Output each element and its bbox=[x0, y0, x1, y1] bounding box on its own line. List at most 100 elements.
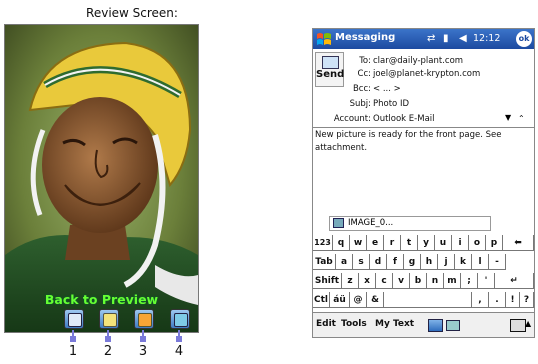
keyboard-row-4: Ctl áü @ & , . ! ? bbox=[313, 292, 534, 309]
enter-key[interactable]: ↵ bbox=[495, 273, 534, 289]
title-bar: Messaging ⇄ ▮ ◀ 12:12 ok bbox=[313, 29, 534, 49]
input-selector-arrow-icon[interactable]: ▲ bbox=[525, 319, 531, 328]
collapse-header-icon[interactable]: ⌃ bbox=[518, 114, 525, 123]
key-x[interactable]: x bbox=[359, 273, 376, 289]
attachment-name: IMAGE_0... bbox=[348, 218, 394, 228]
callout-dot-3 bbox=[140, 336, 146, 342]
key-c[interactable]: c bbox=[376, 273, 393, 289]
key-y[interactable]: y bbox=[418, 235, 435, 251]
key-p[interactable]: p bbox=[486, 235, 503, 251]
callout-dot-1 bbox=[70, 336, 76, 342]
send-email-button[interactable] bbox=[99, 309, 119, 329]
key-i[interactable]: i bbox=[452, 235, 469, 251]
key-question[interactable]: ? bbox=[520, 292, 534, 308]
callout-number-4: 4 bbox=[174, 344, 184, 359]
to-label: To: bbox=[359, 56, 371, 66]
camera-icon bbox=[68, 313, 82, 327]
pocket-pc-screen: Messaging ⇄ ▮ ◀ 12:12 ok Send To: clar@d… bbox=[312, 28, 535, 338]
key-k[interactable]: k bbox=[455, 254, 472, 270]
windows-start-icon[interactable] bbox=[316, 31, 332, 47]
trash-icon bbox=[138, 313, 152, 327]
key-hyphen[interactable]: - bbox=[489, 254, 506, 270]
key-r[interactable]: r bbox=[384, 235, 401, 251]
callout-number-2: 2 bbox=[103, 344, 113, 359]
key-ctl[interactable]: Ctl bbox=[313, 292, 330, 308]
subject-label: Subj: bbox=[349, 99, 371, 109]
key-ampersand[interactable]: & bbox=[367, 292, 384, 308]
volume-icon[interactable]: ◀ bbox=[459, 33, 467, 44]
account-select[interactable]: Outlook E-Mail bbox=[373, 114, 435, 124]
key-apostrophe[interactable]: ' bbox=[478, 273, 495, 289]
clock: 12:12 bbox=[473, 33, 501, 44]
bcc-field[interactable]: < ... > bbox=[373, 84, 401, 94]
spacebar[interactable] bbox=[384, 292, 472, 308]
key-a[interactable]: a bbox=[336, 254, 353, 270]
callout-number-3: 3 bbox=[138, 344, 148, 359]
account-label: Account: bbox=[333, 114, 371, 124]
key-b[interactable]: b bbox=[410, 273, 427, 289]
review-screen-title: Review Screen: bbox=[86, 6, 178, 20]
key-v[interactable]: v bbox=[393, 273, 410, 289]
key-j[interactable]: j bbox=[438, 254, 455, 270]
key-exclamation[interactable]: ! bbox=[506, 292, 520, 308]
keyboard-row-2: Tab a s d f g h j k l - bbox=[313, 254, 534, 271]
key-q[interactable]: q bbox=[333, 235, 350, 251]
key-period[interactable]: . bbox=[489, 292, 506, 308]
dropdown-arrow-icon[interactable]: ▼ bbox=[505, 113, 511, 122]
keyboard-row-1: 123 q w e r t y u i o p ⬅ bbox=[313, 235, 534, 252]
signal-icon: ▮ bbox=[443, 33, 449, 44]
key-comma[interactable]: , bbox=[472, 292, 489, 308]
delete-button[interactable] bbox=[134, 309, 154, 329]
key-u[interactable]: u bbox=[435, 235, 452, 251]
key-semicolon[interactable]: ; bbox=[461, 273, 478, 289]
key-m[interactable]: m bbox=[444, 273, 461, 289]
ok-button[interactable]: ok bbox=[516, 31, 532, 47]
key-at[interactable]: @ bbox=[350, 292, 367, 308]
view-image-button[interactable] bbox=[170, 309, 190, 329]
callout-number-1: 1 bbox=[68, 344, 78, 359]
message-body[interactable]: New picture is ready for the front page.… bbox=[315, 129, 527, 155]
backspace-key[interactable]: ⬅ bbox=[503, 235, 534, 251]
key-s[interactable]: s bbox=[353, 254, 370, 270]
back-to-preview-label[interactable]: Back to Preview bbox=[5, 292, 198, 307]
key-tab[interactable]: Tab bbox=[313, 254, 336, 270]
bcc-label: Bcc: bbox=[352, 84, 371, 94]
key-e[interactable]: e bbox=[367, 235, 384, 251]
keyboard-row-3: Shift z x c v b n m ; ' ↵ bbox=[313, 273, 534, 290]
to-field[interactable]: clar@daily-plant.com bbox=[373, 56, 463, 66]
send-button[interactable]: Send bbox=[315, 52, 344, 87]
key-o[interactable]: o bbox=[469, 235, 486, 251]
cc-field[interactable]: joel@planet-krypton.com bbox=[373, 69, 480, 79]
review-photo-frame: Back to Preview bbox=[4, 24, 199, 333]
attach-icon[interactable] bbox=[446, 320, 460, 331]
attachment-item[interactable]: IMAGE_0... bbox=[329, 216, 491, 231]
subject-field[interactable]: Photo ID bbox=[373, 99, 409, 109]
image-icon bbox=[174, 313, 188, 327]
key-shift[interactable]: Shift bbox=[313, 273, 342, 289]
camera-button[interactable] bbox=[64, 309, 84, 329]
football-player-photo bbox=[5, 25, 198, 332]
key-accents[interactable]: áü bbox=[330, 292, 350, 308]
key-123[interactable]: 123 bbox=[313, 235, 333, 251]
key-n[interactable]: n bbox=[427, 273, 444, 289]
app-title: Messaging bbox=[335, 32, 396, 43]
menu-my-text[interactable]: My Text bbox=[375, 319, 414, 329]
key-h[interactable]: h bbox=[421, 254, 438, 270]
cc-label: Cc: bbox=[357, 69, 371, 79]
menu-edit[interactable]: Edit bbox=[316, 319, 336, 329]
key-d[interactable]: d bbox=[370, 254, 387, 270]
key-z[interactable]: z bbox=[342, 273, 359, 289]
keyboard-icon[interactable] bbox=[510, 319, 526, 332]
envelope-icon bbox=[322, 56, 339, 69]
key-f[interactable]: f bbox=[387, 254, 404, 270]
header-divider bbox=[313, 127, 534, 128]
send-label: Send bbox=[316, 69, 345, 80]
envelope-icon bbox=[103, 313, 117, 327]
key-l[interactable]: l bbox=[472, 254, 489, 270]
insert-picture-icon[interactable] bbox=[428, 319, 443, 332]
key-w[interactable]: w bbox=[350, 235, 367, 251]
key-g[interactable]: g bbox=[404, 254, 421, 270]
menu-tools[interactable]: Tools bbox=[341, 319, 367, 329]
key-t[interactable]: t bbox=[401, 235, 418, 251]
callout-dot-2 bbox=[105, 336, 111, 342]
